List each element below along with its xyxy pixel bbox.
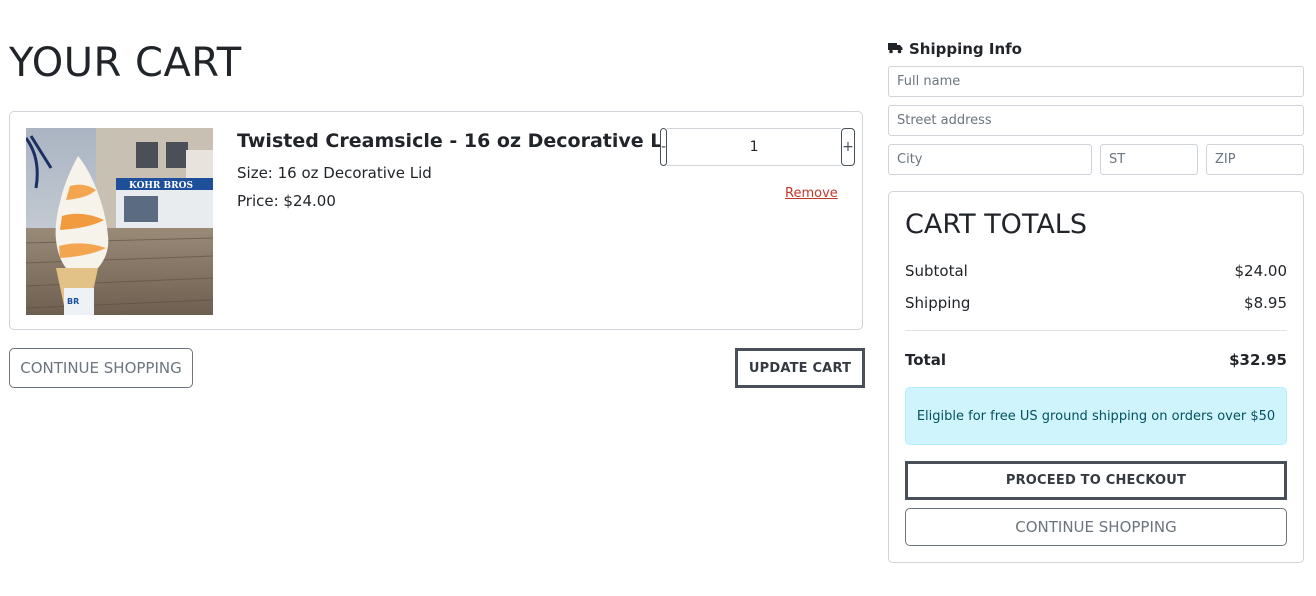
- shipping-label: Shipping: [905, 294, 971, 312]
- continue-shopping-button-secondary[interactable]: CONTINUE SHOPPING: [905, 508, 1287, 546]
- state-input[interactable]: [1100, 144, 1198, 175]
- product-size: Size: 16 oz Decorative Lid: [237, 164, 432, 182]
- shipping-row: Shipping $8.95: [905, 294, 1287, 312]
- zip-input[interactable]: [1206, 144, 1304, 175]
- full-name-input[interactable]: [888, 66, 1304, 97]
- free-shipping-notice: Eligible for free US ground shipping on …: [905, 387, 1287, 445]
- continue-shopping-button[interactable]: CONTINUE SHOPPING: [9, 348, 193, 388]
- svg-text:BR: BR: [67, 297, 79, 306]
- proceed-to-checkout-button[interactable]: PROCEED TO CHECKOUT: [905, 461, 1287, 500]
- total-label: Total: [905, 351, 946, 369]
- product-price: Price: $24.00: [237, 192, 336, 210]
- increment-button[interactable]: +: [841, 128, 855, 166]
- street-address-input[interactable]: [888, 105, 1304, 136]
- cart-totals-card: CART TOTALS Subtotal $24.00 Shipping $8.…: [888, 191, 1304, 563]
- cart-totals-title: CART TOTALS: [905, 209, 1087, 240]
- shipping-info-heading: Shipping Info: [888, 40, 1022, 58]
- total-value: $32.95: [1229, 351, 1287, 369]
- shipping-info-title: Shipping Info: [909, 40, 1022, 58]
- total-row: Total $32.95: [905, 351, 1287, 369]
- subtotal-value: $24.00: [1234, 262, 1288, 280]
- remove-link[interactable]: Remove: [785, 186, 838, 201]
- product-image: KOHR BROS BR: [26, 128, 213, 315]
- quantity-stepper: - +: [660, 128, 855, 166]
- page-title: YOUR CART: [9, 40, 242, 86]
- decrement-button[interactable]: -: [660, 128, 668, 166]
- subtotal-label: Subtotal: [905, 262, 968, 280]
- totals-divider: [905, 330, 1287, 331]
- subtotal-row: Subtotal $24.00: [905, 262, 1287, 280]
- quantity-input[interactable]: [667, 128, 842, 166]
- cart-item-card: KOHR BROS BR Twisted Creamsicle - 16 oz …: [9, 111, 863, 330]
- shipping-value: $8.95: [1244, 294, 1287, 312]
- update-cart-button[interactable]: UPDATE CART: [735, 348, 865, 388]
- city-input[interactable]: [888, 144, 1092, 175]
- storefront-sign-text: KOHR BROS: [129, 181, 193, 191]
- product-name[interactable]: Twisted Creamsicle - 16 oz Decorative Li…: [237, 130, 683, 152]
- truck-icon: [888, 40, 903, 58]
